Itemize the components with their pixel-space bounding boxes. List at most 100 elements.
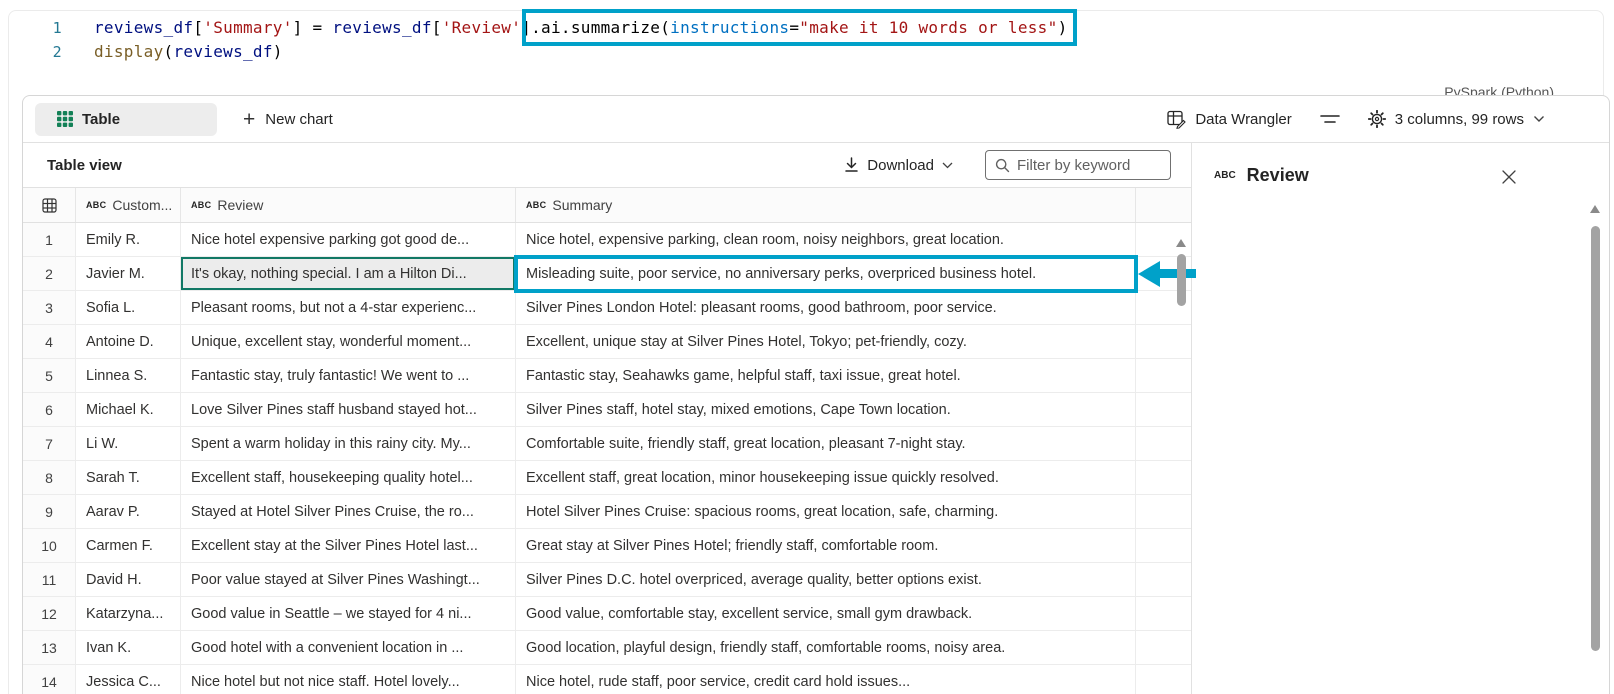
row-number-cell[interactable]: 10 bbox=[23, 529, 76, 563]
cell-review[interactable]: Love Silver Pines staff husband stayed h… bbox=[181, 393, 516, 427]
code-line-2[interactable]: 2 display(reviews_df) bbox=[0, 40, 1614, 64]
table-scrollbar[interactable] bbox=[1176, 239, 1186, 306]
cell-summary[interactable]: Misleading suite, poor service, no anniv… bbox=[514, 255, 1196, 293]
table-row[interactable]: 5 Linnea S. Fantastic stay, truly fantas… bbox=[23, 359, 1191, 393]
row-number-cell[interactable]: 12 bbox=[23, 597, 76, 631]
table-row[interactable]: 14 Jessica C... Nice hotel but not nice … bbox=[23, 665, 1191, 694]
cell-summary[interactable]: Silver Pines D.C. hotel overpriced, aver… bbox=[516, 563, 1136, 597]
row-number-cell[interactable]: 4 bbox=[23, 325, 76, 359]
cell-review[interactable]: Unique, excellent stay, wonderful moment… bbox=[181, 325, 516, 359]
cell-summary[interactable]: Excellent, unique stay at Silver Pines H… bbox=[516, 325, 1136, 359]
row-number-cell[interactable]: 3 bbox=[23, 291, 76, 325]
code-line-1[interactable]: 1 reviews_df['Summary'] = reviews_df['Re… bbox=[0, 9, 1614, 46]
cell-review[interactable]: Nice hotel but not nice staff. Hotel lov… bbox=[181, 665, 516, 694]
table-row[interactable]: 10 Carmen F. Excellent stay at the Silve… bbox=[23, 529, 1191, 563]
search-icon bbox=[995, 158, 1010, 173]
cell-customer[interactable]: Carmen F. bbox=[76, 529, 181, 563]
cell-review[interactable]: Stayed at Hotel Silver Pines Cruise, the… bbox=[181, 495, 516, 529]
cell-review[interactable]: Nice hotel expensive parking got good de… bbox=[181, 223, 516, 257]
cell-summary[interactable]: Silver Pines London Hotel: pleasant room… bbox=[516, 291, 1136, 325]
column-header-summary[interactable]: ABC Summary bbox=[516, 188, 1136, 222]
row-number-cell[interactable]: 1 bbox=[23, 223, 76, 257]
new-chart-button[interactable]: + New chart bbox=[243, 109, 333, 130]
table-row[interactable]: 13 Ivan K. Good hotel with a convenient … bbox=[23, 631, 1191, 665]
row-number-cell[interactable]: 6 bbox=[23, 393, 76, 427]
cell-customer[interactable]: Ivan K. bbox=[76, 631, 181, 665]
data-wrangler-button[interactable]: Data Wrangler bbox=[1167, 110, 1292, 129]
cell-summary[interactable]: Great stay at Silver Pines Hotel; friend… bbox=[516, 529, 1136, 563]
table-row[interactable]: 3 Sofia L. Pleasant rooms, but not a 4-s… bbox=[23, 291, 1191, 325]
columns-rows-selector[interactable]: 3 columns, 99 rows bbox=[1367, 110, 1545, 128]
cell-summary[interactable]: Excellent staff, great location, minor h… bbox=[516, 461, 1136, 495]
cell-customer[interactable]: Emily R. bbox=[76, 223, 181, 257]
detail-panel-body bbox=[1192, 194, 1609, 200]
cell-summary[interactable]: Nice hotel, rude staff, poor service, cr… bbox=[516, 665, 1136, 694]
cell-review[interactable]: Spent a warm holiday in this rainy city.… bbox=[181, 427, 516, 461]
tab-table[interactable]: Table bbox=[35, 102, 217, 136]
row-number-cell[interactable]: 13 bbox=[23, 631, 76, 665]
table-row[interactable]: 11 David H. Poor value stayed at Silver … bbox=[23, 563, 1191, 597]
cell-customer[interactable]: David H. bbox=[76, 563, 181, 597]
cell-summary-text: Excellent staff, great location, minor h… bbox=[526, 469, 999, 486]
cell-review[interactable]: Good hotel with a convenient location in… bbox=[181, 631, 516, 665]
cell-customer[interactable]: Sofia L. bbox=[76, 291, 181, 325]
cell-customer[interactable]: Michael K. bbox=[76, 393, 181, 427]
close-icon[interactable] bbox=[1499, 167, 1519, 187]
row-number-cell[interactable]: 2 bbox=[23, 257, 76, 291]
select-all-header-cell[interactable] bbox=[23, 188, 76, 222]
scroll-up-arrow-icon[interactable] bbox=[1176, 239, 1186, 247]
cell-customer[interactable]: Sarah T. bbox=[76, 461, 181, 495]
cell-summary[interactable]: Good value, comfortable stay, excellent … bbox=[516, 597, 1136, 631]
table-row[interactable]: 12 Katarzyna... Good value in Seattle – … bbox=[23, 597, 1191, 631]
review-detail-panel: ABC Review bbox=[1191, 143, 1609, 694]
cell-summary[interactable]: Comfortable suite, friendly staff, great… bbox=[516, 427, 1136, 461]
column-type-icon: ABC bbox=[1214, 170, 1236, 181]
scrollbar-thumb[interactable] bbox=[1590, 226, 1600, 651]
table-row[interactable]: 2 Javier M. It's okay, nothing special. … bbox=[23, 255, 1196, 293]
cell-summary[interactable]: Fantastic stay, Seahawks game, helpful s… bbox=[516, 359, 1136, 393]
table-row[interactable]: 4 Antoine D. Unique, excellent stay, won… bbox=[23, 325, 1191, 359]
table-row[interactable]: 8 Sarah T. Excellent staff, housekeeping… bbox=[23, 461, 1191, 495]
table-row[interactable]: 6 Michael K. Love Silver Pines staff hus… bbox=[23, 393, 1191, 427]
cell-customer[interactable]: Javier M. bbox=[76, 257, 181, 291]
row-number-cell[interactable]: 5 bbox=[23, 359, 76, 393]
scroll-up-arrow-icon[interactable] bbox=[1590, 205, 1600, 213]
scrollbar-thumb[interactable] bbox=[1176, 254, 1186, 306]
filter-input[interactable] bbox=[1017, 156, 1161, 174]
cell-review[interactable]: Pleasant rooms, but not a 4-star experie… bbox=[181, 291, 516, 325]
cell-review[interactable]: Excellent stay at the Silver Pines Hotel… bbox=[181, 529, 516, 563]
cell-review[interactable]: Poor value stayed at Silver Pines Washin… bbox=[181, 563, 516, 597]
row-number-cell[interactable]: 9 bbox=[23, 495, 76, 529]
cell-customer[interactable]: Li W. bbox=[76, 427, 181, 461]
table-row[interactable]: 7 Li W. Spent a warm holiday in this rai… bbox=[23, 427, 1191, 461]
filter-searchbox[interactable] bbox=[985, 150, 1171, 180]
cell-review[interactable]: Excellent staff, housekeeping quality ho… bbox=[181, 461, 516, 495]
columns-rows-label: 3 columns, 99 rows bbox=[1394, 110, 1524, 128]
column-header-customer[interactable]: ABC Custom... bbox=[76, 188, 181, 222]
detail-panel-title: Review bbox=[1246, 165, 1309, 185]
filter-icon[interactable] bbox=[1319, 112, 1340, 126]
cell-summary[interactable]: Silver Pines staff, hotel stay, mixed em… bbox=[516, 393, 1136, 427]
cell-filler bbox=[1136, 461, 1191, 495]
detail-scrollbar[interactable] bbox=[1590, 205, 1600, 651]
cell-review[interactable]: Good value in Seattle – we stayed for 4 … bbox=[181, 597, 516, 631]
table-row[interactable]: 1 Emily R. Nice hotel expensive parking … bbox=[23, 223, 1191, 257]
row-number-cell[interactable]: 11 bbox=[23, 563, 76, 597]
code-editor[interactable]: 1 reviews_df['Summary'] = reviews_df['Re… bbox=[0, 9, 1614, 64]
column-header-review[interactable]: ABC Review bbox=[181, 188, 516, 222]
cell-customer[interactable]: Katarzyna... bbox=[76, 597, 181, 631]
cell-summary[interactable]: Good location, playful design, friendly … bbox=[516, 631, 1136, 665]
cell-summary[interactable]: Nice hotel, expensive parking, clean roo… bbox=[516, 223, 1136, 257]
cell-review[interactable]: Fantastic stay, truly fantastic! We went… bbox=[181, 359, 516, 393]
table-row[interactable]: 9 Aarav P. Stayed at Hotel Silver Pines … bbox=[23, 495, 1191, 529]
row-number-cell[interactable]: 8 bbox=[23, 461, 76, 495]
cell-review[interactable]: It's okay, nothing special. I am a Hilto… bbox=[181, 257, 516, 291]
download-button[interactable]: Download bbox=[844, 157, 953, 174]
cell-customer[interactable]: Aarav P. bbox=[76, 495, 181, 529]
cell-customer[interactable]: Linnea S. bbox=[76, 359, 181, 393]
row-number-cell[interactable]: 14 bbox=[23, 665, 76, 694]
row-number-cell[interactable]: 7 bbox=[23, 427, 76, 461]
cell-summary[interactable]: Hotel Silver Pines Cruise: spacious room… bbox=[516, 495, 1136, 529]
cell-customer[interactable]: Antoine D. bbox=[76, 325, 181, 359]
cell-customer[interactable]: Jessica C... bbox=[76, 665, 181, 694]
